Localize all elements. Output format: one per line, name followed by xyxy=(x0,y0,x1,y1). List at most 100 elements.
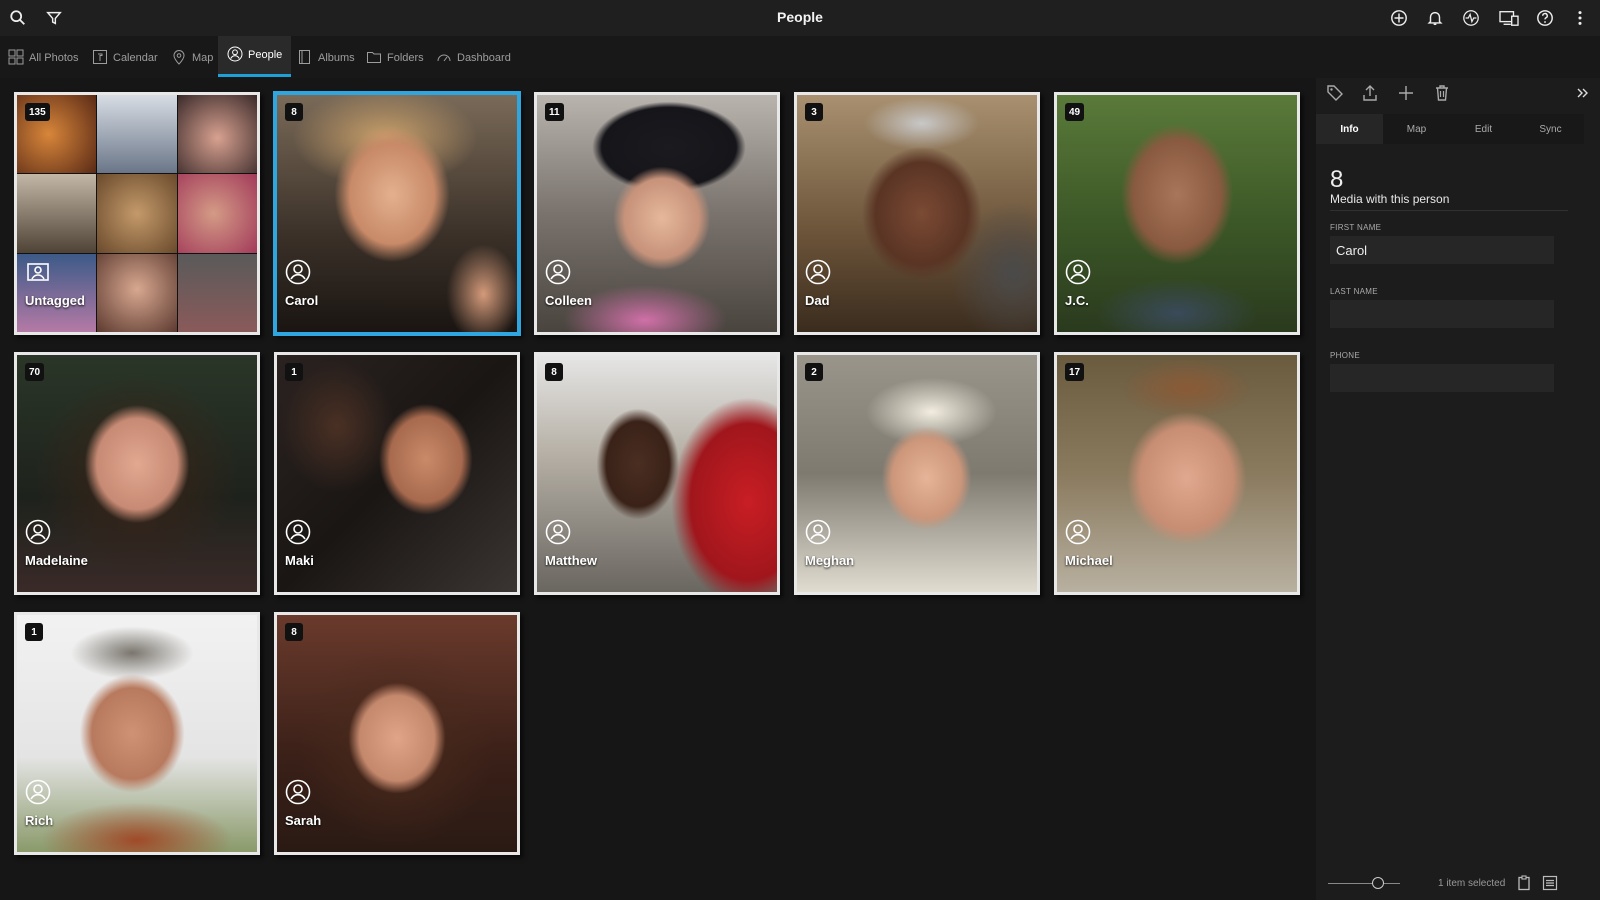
nav-item-dashboard[interactable]: Dashboard xyxy=(436,46,511,70)
person-tile-sarah[interactable]: 8 Sarah xyxy=(274,612,520,855)
person-name: Madelaine xyxy=(25,553,88,568)
page-title: People xyxy=(777,9,823,25)
nav-item-folders[interactable]: Folders xyxy=(366,46,424,70)
nav-label: Folders xyxy=(387,52,424,64)
last-name-label: LAST NAME xyxy=(1330,287,1378,296)
activity-icon[interactable] xyxy=(1461,8,1481,28)
person-icon xyxy=(545,259,571,285)
person-tile-michael[interactable]: 17 Michael xyxy=(1054,352,1300,595)
person-name: Maki xyxy=(285,553,314,568)
phone-label: PHONE xyxy=(1330,351,1360,360)
media-count-badge: 2 xyxy=(805,363,823,381)
nav-label: Map xyxy=(192,52,214,64)
nav-item-calendar[interactable]: Calendar xyxy=(92,46,158,70)
person-name: Dad xyxy=(805,293,830,308)
media-count-badge: 1 xyxy=(25,623,43,641)
tab-info[interactable]: Info xyxy=(1316,114,1383,144)
devices-icon[interactable] xyxy=(1497,8,1521,28)
folder-icon xyxy=(366,49,382,68)
person-icon xyxy=(25,519,51,545)
last-name-field[interactable] xyxy=(1330,300,1554,328)
list-view-icon[interactable] xyxy=(1542,875,1558,891)
media-count-badge: 17 xyxy=(1065,363,1085,381)
media-count-label: Media with this person xyxy=(1330,192,1450,206)
panel-footer: 1 item selected xyxy=(1316,868,1600,900)
nav-label: All Photos xyxy=(29,52,79,64)
face-photo xyxy=(797,95,1037,332)
person-name: Meghan xyxy=(805,553,855,568)
person-tile-rich[interactable]: 1 Rich xyxy=(14,612,260,855)
person-icon xyxy=(285,259,311,285)
media-count-badge: 70 xyxy=(25,363,45,381)
tab-edit[interactable]: Edit xyxy=(1450,114,1517,144)
selection-status: 1 item selected xyxy=(1438,878,1506,889)
person-icon xyxy=(805,519,831,545)
person-tile-dad[interactable]: 3 Dad xyxy=(794,92,1040,335)
media-count: 8 xyxy=(1330,166,1344,193)
info-panel: Info Map Edit Sync 8 Media with this per… xyxy=(1316,78,1600,900)
calendar-icon xyxy=(92,49,108,68)
top-bar: People xyxy=(0,0,1600,36)
help-icon[interactable] xyxy=(1535,8,1555,28)
plus-icon[interactable] xyxy=(1397,84,1415,102)
person-tile-untagged[interactable]: 135 Untagged xyxy=(14,92,260,335)
divider xyxy=(1330,210,1568,211)
person-name: J.C. xyxy=(1065,293,1089,308)
person-name: Matthew xyxy=(545,553,597,568)
phone-field[interactable] xyxy=(1330,364,1554,392)
trash-icon[interactable] xyxy=(1433,84,1451,102)
tab-map[interactable]: Map xyxy=(1383,114,1450,144)
person-icon xyxy=(1065,519,1091,545)
first-name-label: FIRST NAME xyxy=(1330,223,1382,232)
person-icon xyxy=(25,779,51,805)
media-count-badge: 135 xyxy=(25,103,50,121)
more-vert-icon[interactable] xyxy=(1570,8,1590,28)
clipboard-icon[interactable] xyxy=(1516,875,1532,891)
person-icon xyxy=(805,259,831,285)
person-tile-colleen[interactable]: 11 Colleen xyxy=(534,92,780,335)
person-tile-matthew[interactable]: 8 Matthew xyxy=(534,352,780,595)
nav-item-people[interactable]: People xyxy=(218,36,292,77)
main-nav: All Photos Calendar Map People Albums Fo… xyxy=(0,36,1600,78)
tab-sync[interactable]: Sync xyxy=(1517,114,1584,144)
person-name: Michael xyxy=(1065,553,1113,568)
collapse-icon[interactable] xyxy=(1574,84,1592,102)
media-count-badge: 8 xyxy=(545,363,563,381)
nav-label: Calendar xyxy=(113,52,158,64)
panel-toolbar xyxy=(1316,78,1600,108)
nav-label: People xyxy=(248,49,283,61)
nav-label: Albums xyxy=(318,52,355,64)
map-pin-icon xyxy=(171,49,187,68)
person-tile-madelaine[interactable]: 70 Madelaine xyxy=(14,352,260,595)
bell-icon[interactable] xyxy=(1425,8,1445,28)
nav-item-albums[interactable]: Albums xyxy=(297,46,355,70)
media-count-badge: 49 xyxy=(1065,103,1085,121)
first-name-field[interactable] xyxy=(1330,236,1554,264)
person-tile-meghan[interactable]: 2 Meghan xyxy=(794,352,1040,595)
face-photo xyxy=(1057,95,1297,332)
person-icon xyxy=(545,519,571,545)
media-count-badge: 8 xyxy=(285,103,303,121)
person-tile-maki[interactable]: 1 Maki xyxy=(274,352,520,595)
person-tile-carol[interactable]: 8 Carol xyxy=(274,92,520,335)
person-tile-jc[interactable]: 49 J.C. xyxy=(1054,92,1300,335)
untagged-icon xyxy=(25,259,51,285)
add-circle-icon[interactable] xyxy=(1389,8,1409,28)
person-icon xyxy=(1065,259,1091,285)
person-icon xyxy=(285,519,311,545)
media-count-badge: 1 xyxy=(285,363,303,381)
panel-tabs: Info Map Edit Sync xyxy=(1316,114,1584,144)
person-name: Untagged xyxy=(25,293,85,308)
nav-item-map[interactable]: Map xyxy=(171,46,213,70)
person-name: Carol xyxy=(285,293,319,308)
zoom-slider-thumb[interactable] xyxy=(1372,877,1384,889)
zoom-slider-track[interactable] xyxy=(1328,883,1400,884)
album-icon xyxy=(297,49,313,68)
dashboard-icon xyxy=(436,49,452,68)
person-name: Rich xyxy=(25,813,54,828)
share-icon[interactable] xyxy=(1361,84,1379,102)
tag-icon[interactable] xyxy=(1326,84,1344,102)
media-count-badge: 11 xyxy=(545,103,564,121)
person-icon xyxy=(227,46,243,65)
nav-item-all-photos[interactable]: All Photos xyxy=(8,46,79,70)
